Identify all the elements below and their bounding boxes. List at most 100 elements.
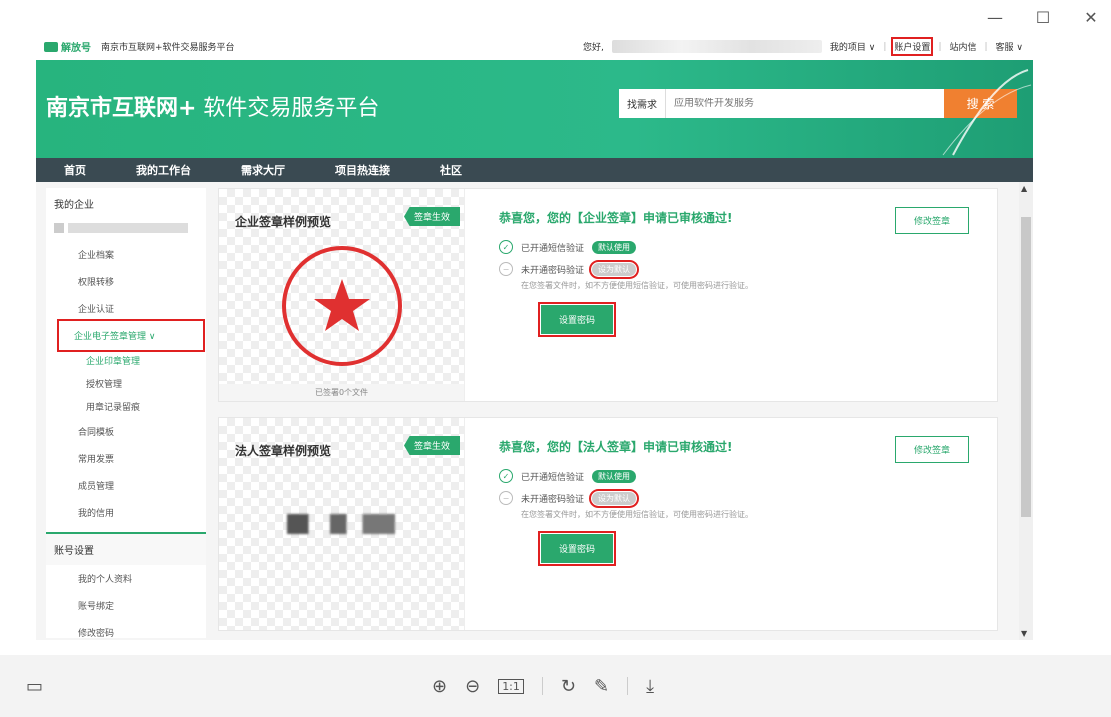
seal-info: 恭喜您，您的【法人签章】申请已审核通过! ✓ 已开通短信验证 默认使用 − 未开通密码… (499, 438, 753, 566)
close-icon[interactable]: ✕ (1081, 8, 1101, 27)
default-badge: 默认使用 (592, 469, 637, 483)
menu-my-projects[interactable]: 我的项目 ∨ (830, 40, 875, 53)
rotate-icon[interactable]: ↻ (561, 676, 576, 697)
legal-seal-image-blurred (287, 514, 395, 534)
image-viewer-window: — ☐ ✕ 解放号 南京市互联网+软件交易服务平台 您好, 我的项目 ∨ | 账… (0, 0, 1111, 717)
company-name-blurred (46, 219, 206, 241)
menu-customer-service[interactable]: 客服 ∨ (996, 40, 1023, 53)
zoom-in-icon[interactable]: ⊕ (432, 676, 447, 697)
nav-home[interactable]: 首页 (64, 162, 86, 178)
modify-seal-button[interactable]: 修改签章 (894, 436, 969, 463)
top-bar: 解放号 南京市互联网+软件交易服务平台 您好, 我的项目 ∨ | 账户设置 | … (36, 33, 1033, 60)
title-bold: 南京市互联网+ (46, 96, 197, 121)
company-name-redacted (68, 223, 188, 233)
sidebar-item[interactable]: 我的信用 (46, 499, 206, 526)
default-badge: 默认使用 (592, 240, 637, 254)
logo[interactable]: 解放号 (44, 39, 91, 54)
username-blurred (611, 40, 822, 53)
set-default-badge[interactable]: 设为默认 (589, 488, 640, 508)
sidebar: 我的企业 企业档案 权限转移 企业认证 企业电子签章管理 ∨ 企业印章管理 授权… (46, 188, 206, 640)
menu-account-settings[interactable]: 账户设置 (891, 37, 934, 56)
password-hint: 在您签署文件时，如不方便使用短信验证，可使用密码进行验证。 (521, 510, 753, 519)
sidebar-item[interactable]: 合同模板 (46, 418, 206, 445)
user-menu: 您好, 我的项目 ∨ | 账户设置 | 站内信 | 客服 ∨ (583, 37, 1023, 56)
search-category[interactable]: 找需求 (619, 89, 666, 118)
set-password-button[interactable]: 设置密码 (537, 531, 617, 566)
success-message: 恭喜您，您的【企业签章】申请已审核通过! (499, 211, 733, 225)
sidebar-item[interactable]: 权限转移 (46, 268, 206, 295)
platform-title: 南京市互联网+ 软件交易服务平台 (46, 90, 379, 122)
seal-info: 恭喜您，您的【企业签章】申请已审核通过! ✓ 已开通短信验证 默认使用 − 未开通密码… (499, 209, 753, 337)
divider (627, 677, 629, 695)
check-icon: ✓ (499, 469, 513, 483)
nav-project-hot[interactable]: 项目热连接 (335, 162, 390, 178)
seal-preview: 法人签章样例预览 签章生效 (219, 418, 465, 630)
edit-icon[interactable]: ✎ (594, 676, 609, 697)
sidebar-item[interactable]: 成员管理 (46, 472, 206, 499)
sms-status: 已开通短信验证 (521, 243, 585, 254)
sidebar-section-title: 我的企业 (54, 200, 94, 211)
search-input[interactable] (666, 98, 944, 109)
viewer-toolbar: ▭ ⊕ ⊖ 1:1 ↻ ✎ ⤓ (0, 655, 1111, 717)
sidebar-sub-auth[interactable]: 授权管理 (46, 372, 206, 395)
set-password-button[interactable]: 设置密码 (537, 302, 617, 337)
sms-status: 已开通短信验证 (521, 472, 585, 483)
sidebar-sub-records[interactable]: 用章记录留痕 (46, 395, 206, 418)
nav-community[interactable]: 社区 (440, 162, 462, 178)
logo-icon (44, 41, 58, 52)
window-controls: — ☐ ✕ (985, 8, 1101, 27)
zoom-out-icon[interactable]: ⊖ (465, 676, 480, 697)
divider: | (938, 41, 942, 52)
sidebar-item[interactable]: 我的个人资料 (46, 565, 206, 592)
divider (541, 677, 543, 695)
company-icon (54, 223, 64, 233)
minus-icon: − (499, 262, 513, 276)
signed-count: 已签署0个文件 (219, 384, 464, 401)
success-message: 恭喜您，您的【法人签章】申请已审核通过! (499, 440, 733, 454)
set-default-badge[interactable]: 设为默认 (589, 259, 640, 279)
minus-icon: − (499, 491, 513, 505)
scrollbar[interactable]: ▲ ▼ (1019, 182, 1033, 640)
thumbnail-icon[interactable]: ▭ (26, 676, 43, 697)
maximize-icon[interactable]: ☐ (1033, 8, 1053, 27)
viewer-tools: ⊕ ⊖ 1:1 ↻ ✎ ⤓ (432, 676, 654, 697)
preview-title: 企业签章样例预览 (235, 215, 332, 229)
modify-seal-button[interactable]: 修改签章 (894, 207, 969, 234)
divider: | (984, 41, 988, 52)
account-section-title: 账号设置 (46, 532, 206, 565)
check-icon: ✓ (499, 240, 513, 254)
status-ribbon: 签章生效 (403, 207, 460, 226)
download-icon[interactable]: ⤓ (646, 676, 654, 697)
banner: 南京市互联网+ 软件交易服务平台 找需求 搜 索 (36, 60, 1033, 158)
password-status: 未开通密码验证 (521, 494, 585, 505)
sidebar-item-esign[interactable]: 企业电子签章管理 ∨ (57, 319, 205, 352)
company-seal-image (282, 246, 402, 366)
scroll-up-icon[interactable]: ▲ (1021, 184, 1027, 193)
bridge-graphic (942, 69, 1032, 156)
nav-demand-hall[interactable]: 需求大厅 (241, 162, 285, 178)
scroll-thumb[interactable] (1021, 217, 1031, 517)
sidebar-item[interactable]: 修改密码 (46, 619, 206, 640)
scroll-down-icon[interactable]: ▼ (1021, 629, 1027, 638)
company-seal-panel: 企业签章样例预览 签章生效 已签署0个文件 恭喜您，您的【企业签章】申请已审核通… (218, 188, 998, 402)
greeting: 您好, (583, 43, 604, 53)
divider: | (883, 41, 887, 52)
legal-seal-panel: 法人签章样例预览 签章生效 恭喜您，您的【法人签章】申请已审核通过! ✓ 已开通短… (218, 417, 998, 631)
nav-workbench[interactable]: 我的工作台 (136, 162, 191, 178)
sidebar-item[interactable]: 账号绑定 (46, 592, 206, 619)
seal-preview: 企业签章样例预览 签章生效 已签署0个文件 (219, 189, 465, 401)
actual-size-icon[interactable]: 1:1 (498, 678, 524, 694)
sidebar-item[interactable]: 企业认证 (46, 295, 206, 322)
content-area: 我的企业 企业档案 权限转移 企业认证 企业电子签章管理 ∨ 企业印章管理 授权… (36, 182, 1033, 640)
sidebar-item[interactable]: 常用发票 (46, 445, 206, 472)
preview-title: 法人签章样例预览 (235, 444, 332, 458)
sidebar-sub-seal[interactable]: 企业印章管理 (46, 349, 206, 372)
sidebar-item[interactable]: 企业档案 (46, 241, 206, 268)
screenshot-canvas: 解放号 南京市互联网+软件交易服务平台 您好, 我的项目 ∨ | 账户设置 | … (36, 33, 1033, 640)
password-hint: 在您签署文件时，如不方便使用短信验证，可使用密码进行验证。 (521, 281, 753, 290)
minimize-icon[interactable]: — (985, 8, 1005, 27)
status-ribbon: 签章生效 (403, 436, 460, 455)
menu-messages[interactable]: 站内信 (949, 40, 976, 53)
logo-text: 解放号 (61, 43, 91, 54)
site-name: 南京市互联网+软件交易服务平台 (101, 43, 235, 53)
